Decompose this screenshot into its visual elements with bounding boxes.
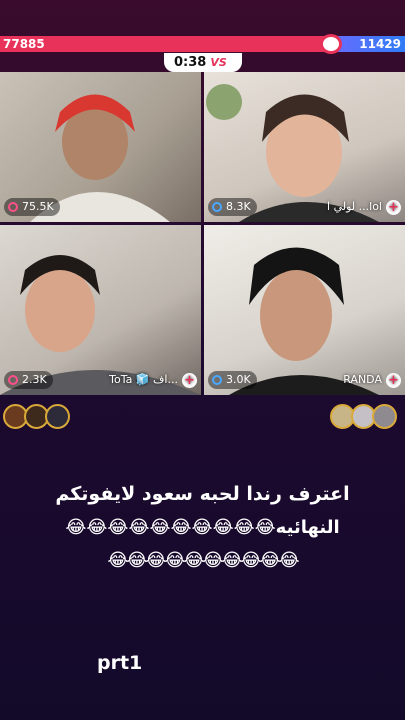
left-team-score: 77885: [3, 37, 45, 51]
likes-icon: [212, 202, 222, 212]
part-label: prt1: [97, 652, 143, 674]
likes-badge: 8.3K: [208, 198, 257, 216]
likes-badge: 3.0K: [208, 371, 257, 389]
likes-badge: 2.3K: [4, 371, 53, 389]
likes-count: 3.0K: [226, 373, 251, 386]
right-team-gifters: [330, 404, 397, 429]
follow-plus-icon[interactable]: +: [386, 372, 401, 388]
video-tile-2[interactable]: 8.3K لولي ا ...lol +: [204, 72, 405, 222]
likes-count: 75.5K: [22, 200, 54, 213]
avatar[interactable]: [45, 404, 70, 429]
caption-line-2: النهائيه😂😂😂😂😂😂😂😂😂😂: [65, 517, 341, 538]
video-tile-3[interactable]: 2.3K ToTa 🧊 اف... +: [0, 225, 201, 395]
vs-icon: VS: [210, 56, 227, 69]
likes-icon: [8, 202, 18, 212]
video-caption: اعترف رندا لحبه سعود لايفوتكم النهائيه😂😂…: [20, 478, 385, 577]
person-silhouette: [229, 247, 379, 395]
participant-video: [0, 225, 201, 395]
likes-count: 2.3K: [22, 373, 47, 386]
caption-line-1: اعترف رندا لحبه سعود لايفوتكم: [55, 483, 350, 505]
timer-text: 0:38: [174, 55, 207, 70]
avatar[interactable]: [372, 404, 397, 429]
follow-plus-icon[interactable]: +: [386, 199, 401, 215]
participant-video: [204, 225, 405, 395]
participant-name: ToTa 🧊 اف... +: [109, 371, 197, 389]
follow-plus-icon[interactable]: +: [182, 372, 197, 388]
likes-badge: 75.5K: [4, 198, 60, 216]
caption-line-3: 😂😂😂😂😂😂😂😂😂😂: [107, 550, 299, 571]
likes-icon: [8, 375, 18, 385]
lightning-icon: [320, 34, 342, 54]
left-team-gifters: [3, 404, 70, 429]
battle-score-bar: 77885 11429: [0, 36, 405, 52]
battle-timer: 0:38 VS: [164, 53, 242, 72]
participant-name-text: RANDA: [343, 373, 382, 386]
participant-name-text: لولي ا ...lol: [327, 200, 382, 213]
participant-name: RANDA +: [343, 371, 401, 389]
participant-name-text: ToTa 🧊 اف...: [109, 373, 178, 386]
likes-icon: [212, 375, 222, 385]
person-silhouette: [0, 255, 201, 395]
right-team-score: 11429: [359, 37, 401, 51]
likes-count: 8.3K: [226, 200, 251, 213]
participant-name: لولي ا ...lol +: [327, 198, 401, 216]
video-tile-4[interactable]: 3.0K RANDA +: [204, 225, 405, 395]
video-tile-1[interactable]: 75.5K: [0, 72, 201, 222]
